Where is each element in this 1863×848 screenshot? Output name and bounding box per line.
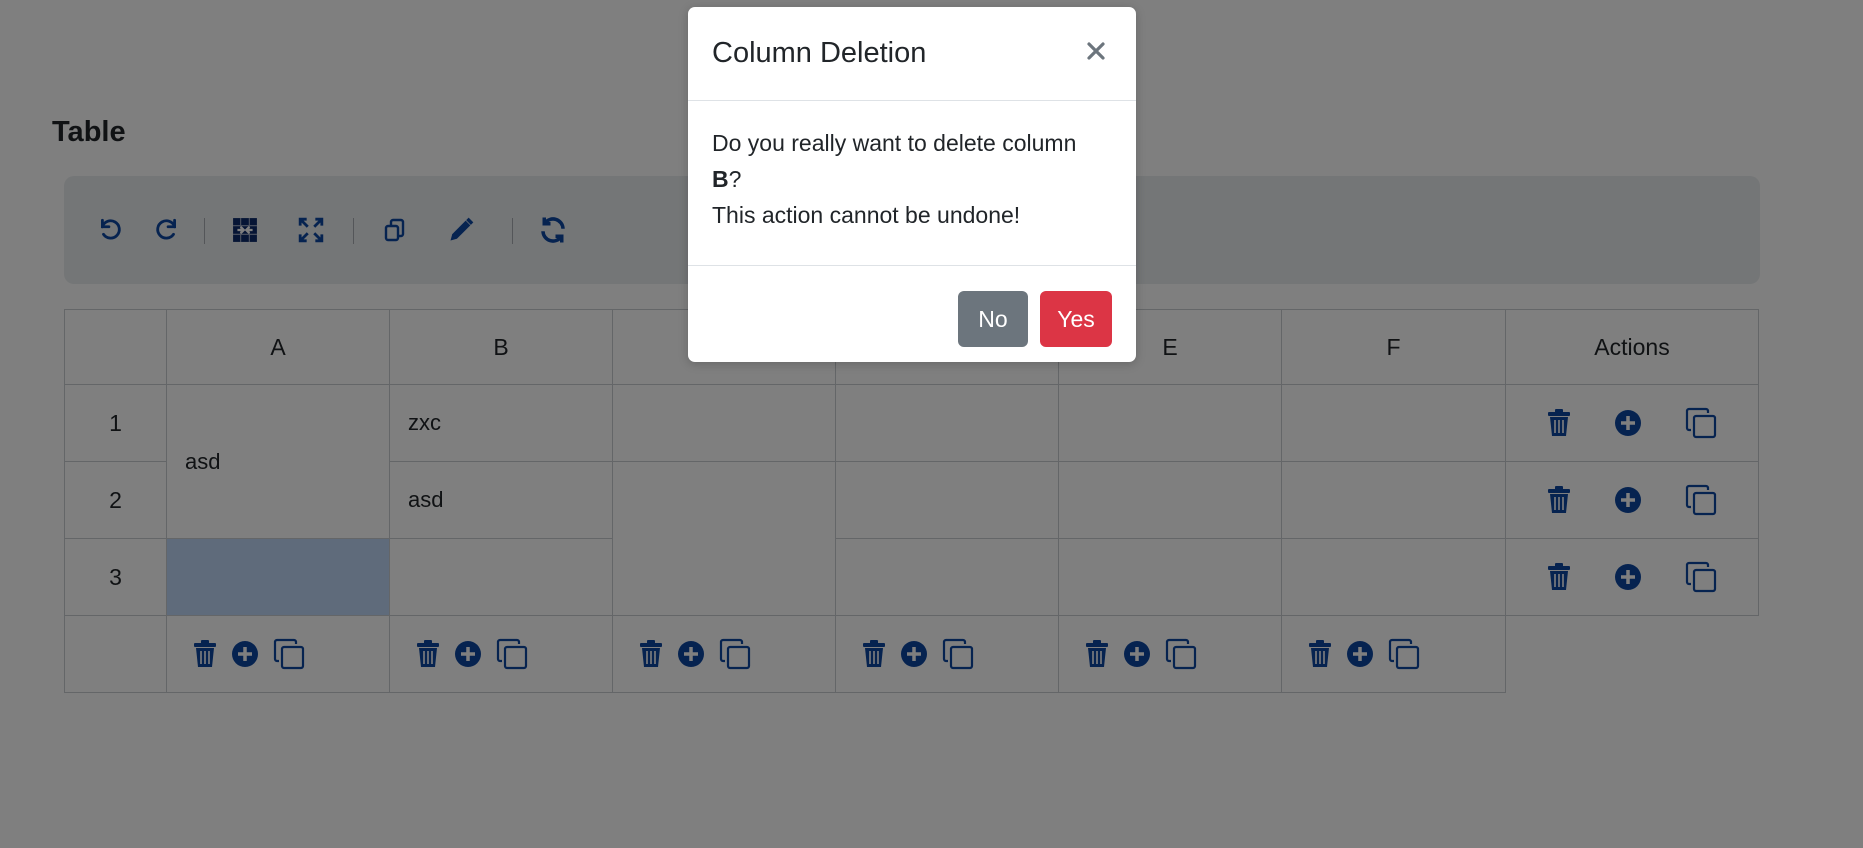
- modal-header: Column Deletion: [688, 7, 1136, 101]
- no-button[interactable]: No: [958, 291, 1028, 347]
- close-icon: [1086, 41, 1106, 61]
- close-button[interactable]: [1082, 37, 1110, 65]
- modal-body: Do you really want to delete column B? T…: [688, 101, 1136, 266]
- modal-footer: No Yes: [688, 266, 1136, 362]
- confirm-message: Do you really want to delete column: [712, 130, 1077, 156]
- question-mark: ?: [728, 166, 742, 192]
- modal-title: Column Deletion: [712, 37, 927, 69]
- warning-text: This action cannot be undone!: [712, 202, 1021, 228]
- yes-button[interactable]: Yes: [1040, 291, 1112, 347]
- column-deletion-dialog: Column Deletion Do you really want to de…: [688, 7, 1136, 362]
- column-name: B: [712, 166, 729, 192]
